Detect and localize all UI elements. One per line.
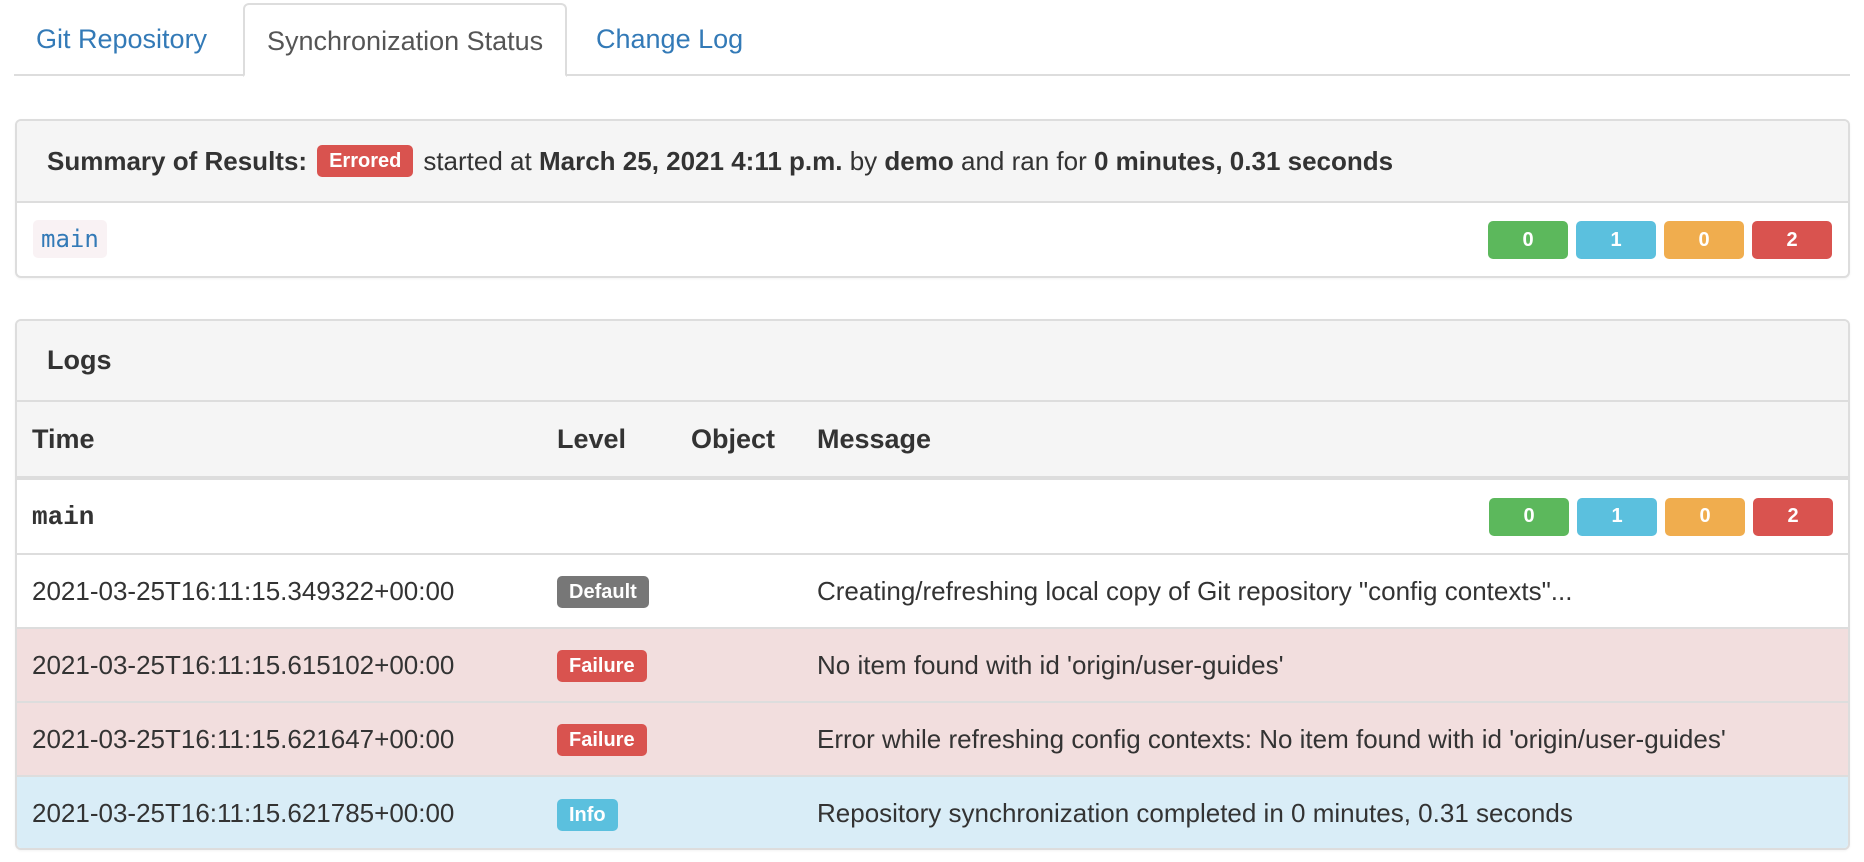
level-badge-default: Default — [557, 576, 649, 608]
column-header-time: Time — [32, 423, 95, 454]
tab-synchronization-status[interactable]: Synchronization Status — [243, 3, 568, 77]
tab-git-repository[interactable]: Git Repository — [14, 3, 229, 77]
log-message: Repository synchronization completed in … — [817, 798, 1573, 828]
by-text: by — [849, 145, 878, 176]
tab-change-log[interactable]: Change Log — [574, 3, 765, 77]
summary-panel: Summary of Results: Errored started at M… — [15, 119, 1850, 278]
warning-count-badge: 0 — [1665, 497, 1745, 536]
started-at-value: March 25, 2021 4:11 p.m. — [538, 145, 843, 176]
log-message: No item found with id 'origin/user-guide… — [817, 649, 1284, 680]
logs-table-header: Time Level Object Message — [17, 402, 1848, 478]
log-message: Creating/refreshing local copy of Git re… — [817, 575, 1573, 606]
success-count-badge: 0 — [1488, 221, 1568, 259]
log-time: 2021-03-25T16:11:15.621785+00:00 — [32, 798, 455, 828]
column-header-message: Message — [817, 423, 932, 454]
summary-body: main 0 1 0 2 — [17, 203, 1848, 276]
warning-count-badge: 0 — [1664, 221, 1744, 259]
status-badge: Errored — [317, 145, 414, 177]
column-header-object: Object — [691, 423, 776, 454]
info-count-badge: 1 — [1577, 497, 1657, 536]
log-object — [676, 702, 802, 776]
log-row: 2021-03-25T16:11:15.615102+00:00 Failure… — [17, 628, 1848, 702]
log-time: 2021-03-25T16:11:15.349322+00:00 — [32, 575, 455, 606]
column-header-level: Level — [557, 423, 627, 454]
logs-table: Time Level Object Message main 0 1 0 2 2… — [17, 402, 1848, 848]
group-row: main 0 1 0 2 — [17, 478, 1848, 554]
logs-panel: Logs Time Level Object Message main 0 1 … — [15, 319, 1850, 850]
level-badge-failure: Failure — [557, 724, 647, 756]
log-time: 2021-03-25T16:11:15.621647+00:00 — [32, 723, 455, 754]
log-object — [676, 628, 802, 702]
log-row: 2021-03-25T16:11:15.349322+00:00 Default… — [17, 554, 1848, 628]
success-count-badge: 0 — [1489, 497, 1569, 536]
ran-for-text: and ran for — [961, 145, 1087, 176]
failure-count-badge: 2 — [1752, 221, 1832, 259]
logs-heading: Logs — [17, 321, 1848, 402]
grouping-link[interactable]: main — [33, 220, 107, 258]
summary-counts: 0 1 0 2 — [1488, 221, 1832, 259]
summary-heading: Summary of Results: Errored started at M… — [17, 121, 1848, 203]
info-count-badge: 1 — [1576, 221, 1656, 259]
log-object — [676, 776, 802, 848]
log-message: Error while refreshing config contexts: … — [817, 723, 1726, 754]
duration-value: 0 minutes, 0.31 seconds — [1093, 145, 1394, 176]
group-counts: 0 1 0 2 — [817, 497, 1848, 536]
level-badge-info: Info — [557, 798, 618, 831]
log-object — [676, 554, 802, 628]
user-name: demo — [884, 145, 954, 176]
level-badge-failure: Failure — [557, 650, 647, 682]
log-row: 2021-03-25T16:11:15.621785+00:00 Info Re… — [17, 776, 1848, 848]
log-row: 2021-03-25T16:11:15.621647+00:00 Failure… — [17, 702, 1848, 776]
failure-count-badge: 2 — [1753, 497, 1833, 536]
log-time: 2021-03-25T16:11:15.615102+00:00 — [32, 649, 455, 680]
summary-label: Summary of Results: — [47, 145, 308, 176]
tab-bar: Git Repository Synchronization Status Ch… — [14, 0, 1850, 77]
group-name: main — [32, 501, 95, 532]
started-at-text: started at — [423, 145, 532, 176]
